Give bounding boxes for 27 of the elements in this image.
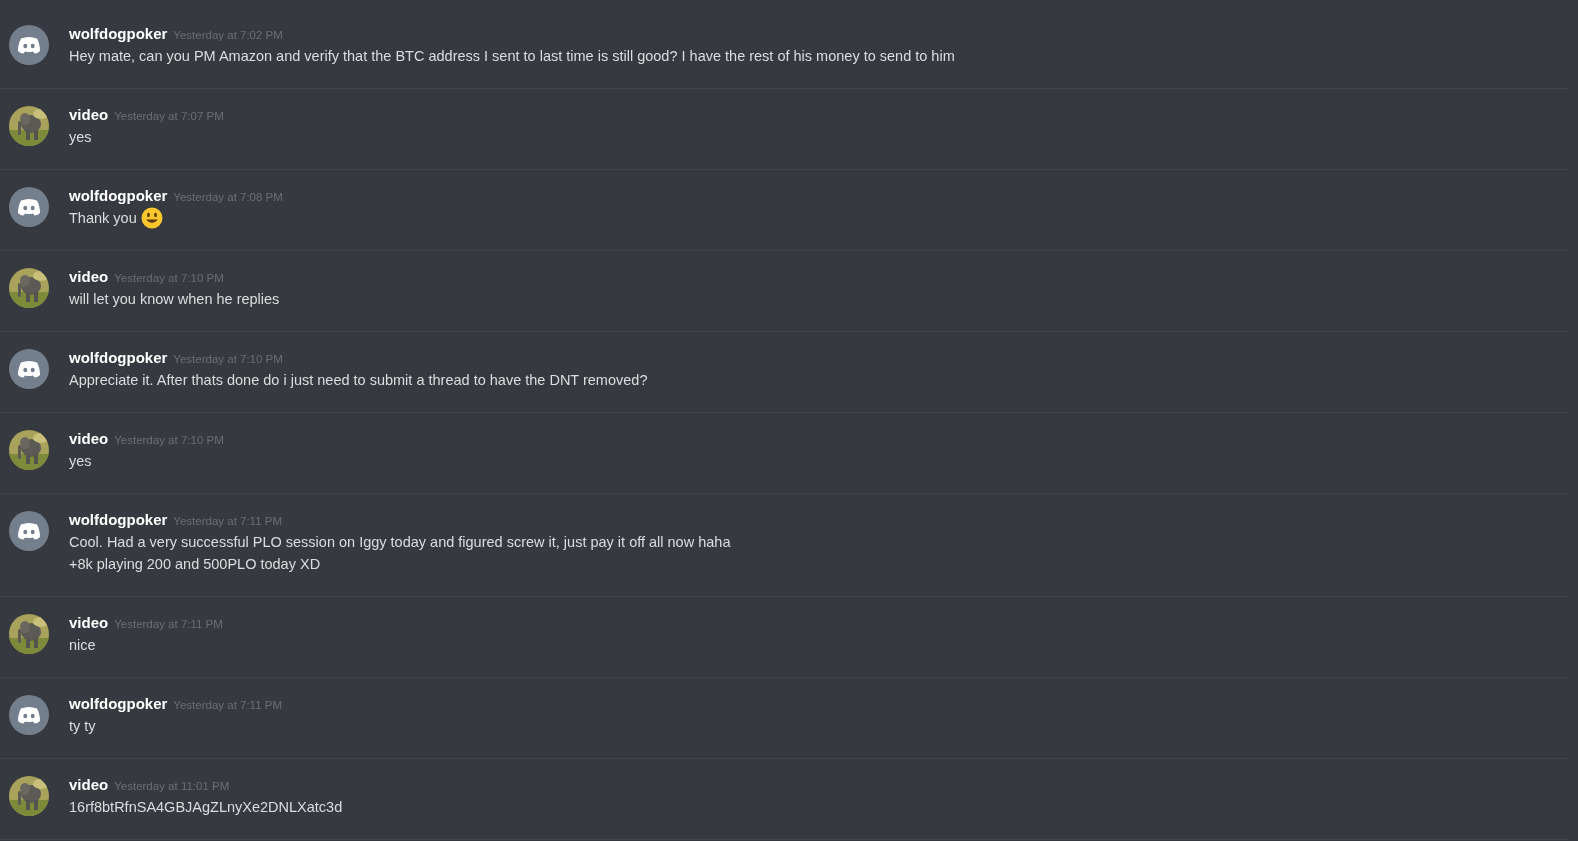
message-text: +8k playing 200 and 500PLO today XD — [69, 555, 321, 574]
username[interactable]: wolfdogpoker — [69, 187, 168, 204]
username[interactable]: wolfdogpoker — [69, 511, 168, 528]
username[interactable]: video — [69, 430, 109, 447]
username[interactable]: wolfdogpoker — [69, 695, 168, 712]
default-avatar-icon[interactable] — [9, 695, 49, 735]
default-avatar-icon[interactable] — [9, 187, 49, 227]
default-avatar-icon[interactable] — [9, 25, 49, 65]
username[interactable]: video — [69, 776, 109, 793]
message-text: yes — [69, 128, 92, 147]
default-avatar-icon[interactable] — [9, 349, 49, 389]
username[interactable]: video — [69, 106, 109, 123]
message-text: will let you know when he replies — [69, 290, 280, 309]
username[interactable]: wolfdogpoker — [69, 25, 168, 42]
username[interactable]: video — [69, 268, 109, 285]
message-text: yes — [69, 452, 92, 471]
message-text: Cool. Had a very successful PLO session on Iggy today and figured screw it, just pay it off all now haha — [69, 533, 731, 552]
message-text: nice — [69, 636, 96, 655]
default-avatar-icon[interactable] — [9, 511, 49, 551]
message-text: 16rf8btRfnSA4GBJAgZLnyXe2DNLXatc3d — [69, 798, 343, 817]
message-text: Appreciate it. After thats done do i just need to submit a thread to have the DNT removed? — [69, 371, 648, 390]
message-text: ty ty — [69, 717, 96, 736]
username[interactable]: video — [69, 614, 109, 631]
message-text: Thank you — [69, 209, 137, 228]
message-text: Hey mate, can you PM Amazon and verify that the BTC address I sent to last time is still good? I have the rest of his money to send to him — [69, 47, 955, 66]
smiley-emoji-icon — [140, 207, 163, 229]
username[interactable]: wolfdogpoker — [69, 349, 168, 366]
